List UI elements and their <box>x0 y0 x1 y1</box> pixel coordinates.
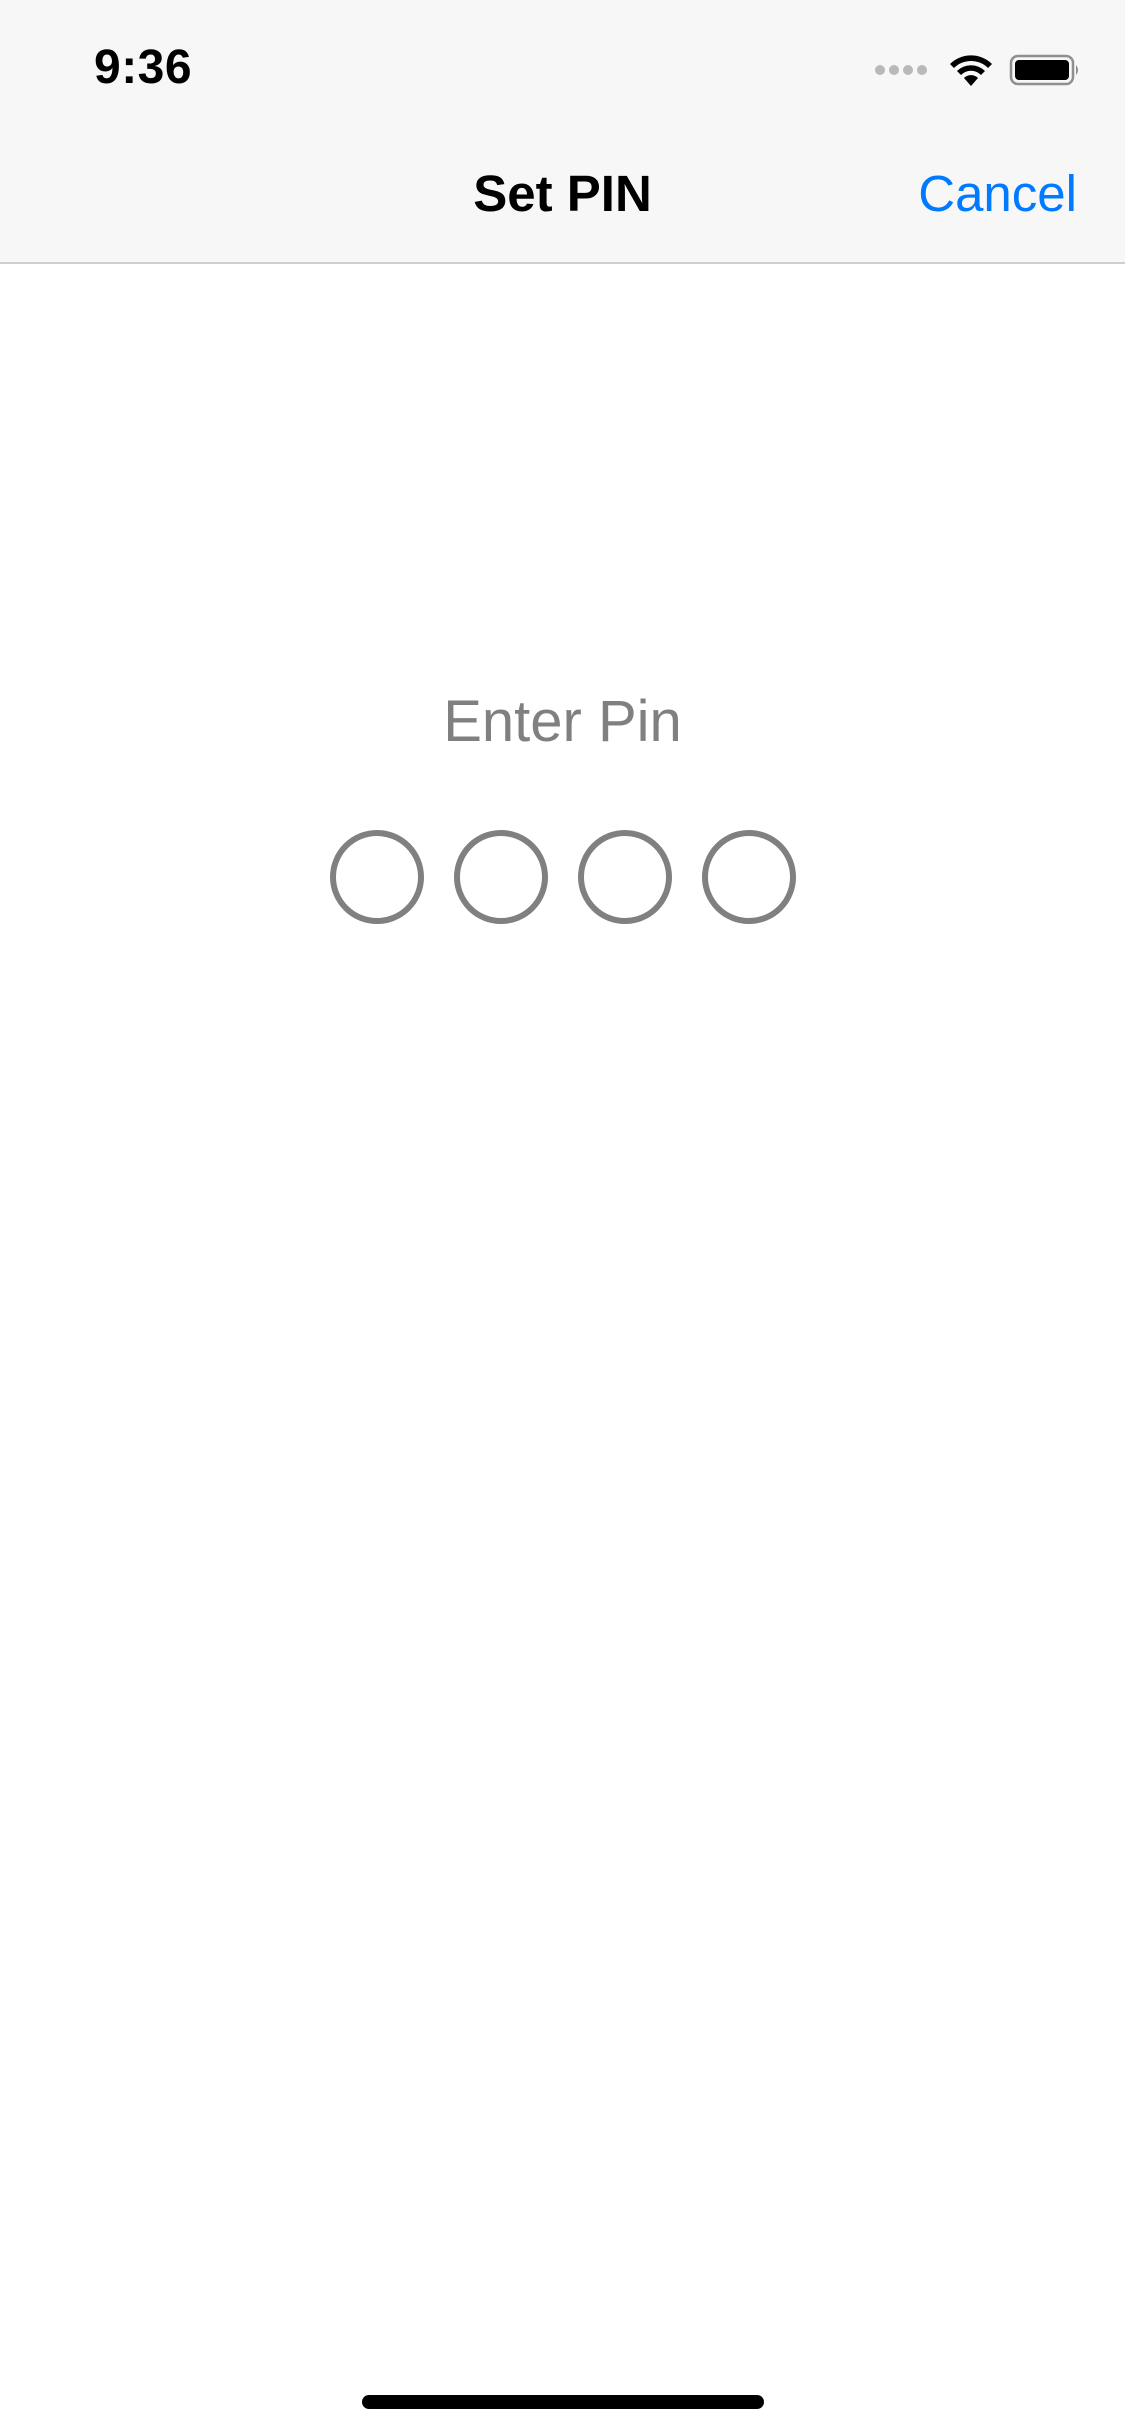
wifi-icon <box>950 55 992 86</box>
navigation-bar: 9:36 Set PIN Cancel <box>0 0 1125 264</box>
pin-indicator[interactable] <box>0 830 1125 924</box>
pin-digit-circle <box>701 830 796 924</box>
pin-digit-circle <box>577 830 672 924</box>
battery-icon <box>1009 54 1078 86</box>
signal-icon <box>871 65 927 75</box>
pin-digit-circle <box>453 830 548 924</box>
pin-prompt: Enter Pin <box>443 689 682 754</box>
cancel-button[interactable]: Cancel <box>918 164 1077 223</box>
home-indicator[interactable] <box>362 2395 764 2409</box>
set-pin-screen: 9:36 Set PIN Cancel Enter Pin <box>0 0 1125 2436</box>
status-icons <box>871 50 1081 90</box>
status-time: 9:36 <box>94 41 193 94</box>
pin-digit-circle <box>329 830 424 924</box>
